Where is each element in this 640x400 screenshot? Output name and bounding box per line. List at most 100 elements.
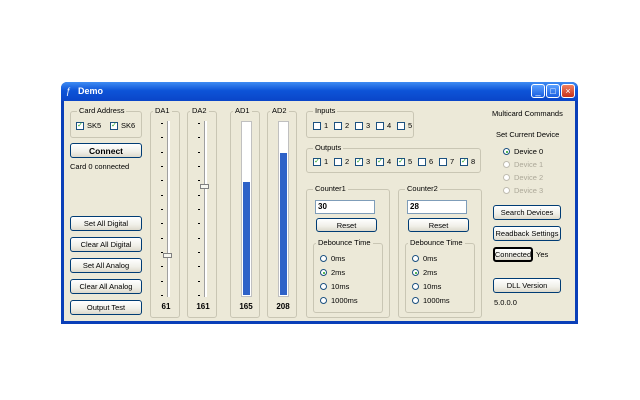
- dll-version-button[interactable]: DLL Version: [493, 278, 561, 293]
- da1-tick: [161, 194, 163, 196]
- input-checkbox-3[interactable]: [355, 122, 363, 130]
- counter1-reset-button[interactable]: Reset: [316, 218, 377, 232]
- da2-tick: [198, 237, 200, 239]
- input-label-4: 4: [387, 121, 392, 130]
- da1-tick: [161, 295, 163, 296]
- da2-slider-track[interactable]: [204, 121, 207, 297]
- output-label-1: 1: [324, 157, 329, 166]
- da2-tick: [198, 252, 200, 253]
- da1-tick: [161, 223, 163, 225]
- da1-tick: [161, 209, 163, 210]
- da2-tick: [198, 137, 200, 139]
- sk6-checkbox[interactable]: ✓: [110, 122, 118, 130]
- counter2-debounce-label: Debounce Time: [408, 238, 465, 247]
- readback-settings-button[interactable]: Readback Settings: [493, 226, 561, 241]
- client-area: Card Address ✓ SK5 ✓ SK6 Connect Card 0 …: [64, 101, 575, 321]
- ad2-bar-fill: [280, 153, 287, 295]
- da2-tick: [198, 166, 200, 167]
- connect-button[interactable]: Connect: [70, 143, 142, 158]
- da2-tick: [198, 295, 200, 296]
- ad1-bar: [241, 121, 252, 297]
- da2-group: DA2 161: [187, 106, 217, 318]
- ad2-bar: [278, 121, 289, 297]
- input-checkbox-2[interactable]: [334, 122, 342, 130]
- counter2-debounce-radio[interactable]: [412, 269, 419, 276]
- output-label-3: 3: [366, 157, 371, 166]
- output-checkbox-5[interactable]: ✓: [397, 158, 405, 166]
- ad1-bar-fill: [243, 182, 250, 295]
- output-checkbox-6[interactable]: [418, 158, 426, 166]
- da1-label: DA1: [153, 106, 172, 115]
- input-checkbox-4[interactable]: [376, 122, 384, 130]
- da2-tick: [198, 209, 200, 210]
- output-checkbox-2[interactable]: [334, 158, 342, 166]
- card-address-label: Card Address: [77, 106, 127, 115]
- counter2-debounce-option-label: 2ms: [423, 268, 438, 277]
- connected-button[interactable]: Connected: [493, 247, 533, 262]
- counter2-debounce-group: Debounce Time 0ms 2ms 10ms 1000ms: [405, 238, 475, 313]
- counter1-debounce-label: Debounce Time: [316, 238, 373, 247]
- inputs-group: Inputs 1 2 3 4 5: [306, 106, 414, 138]
- device-radio-1[interactable]: [503, 161, 510, 168]
- device-radio-2[interactable]: [503, 174, 510, 181]
- clear-all-digital-button[interactable]: Clear All Digital: [70, 237, 142, 252]
- ad1-group: AD1 165: [230, 106, 260, 318]
- sk5-checkbox[interactable]: ✓: [76, 122, 84, 130]
- counter2-debounce-radio[interactable]: [412, 297, 419, 304]
- clear-all-analog-button[interactable]: Clear All Analog: [70, 279, 142, 294]
- da2-tick: [198, 266, 200, 268]
- search-devices-button[interactable]: Search Devices: [493, 205, 561, 220]
- counter1-debounce-group: Debounce Time 0ms 2ms 10ms 1000ms: [313, 238, 383, 313]
- output-checkbox-8[interactable]: ✓: [460, 158, 468, 166]
- counter1-value-field[interactable]: 30: [315, 200, 375, 214]
- output-checkbox-7[interactable]: [439, 158, 447, 166]
- ad2-label: AD2: [270, 106, 289, 115]
- input-checkbox-1[interactable]: [313, 122, 321, 130]
- da2-tick: [198, 180, 200, 182]
- ad2-value: 208: [276, 302, 290, 311]
- input-checkbox-5[interactable]: [397, 122, 405, 130]
- output-checkbox-3[interactable]: ✓: [355, 158, 363, 166]
- close-button[interactable]: ×: [561, 84, 575, 98]
- counter1-debounce-radio[interactable]: [320, 255, 327, 262]
- counter2-group: Counter2 28 Reset Debounce Time 0ms 2ms 10…: [398, 184, 482, 318]
- output-test-button[interactable]: Output Test: [70, 300, 142, 315]
- title-bar[interactable]: ƒ Demo _ □ ×: [61, 82, 578, 101]
- minimize-button[interactable]: _: [531, 84, 545, 98]
- device-radio-0[interactable]: [503, 148, 510, 155]
- ad2-group: AD2 208: [267, 106, 297, 318]
- ad1-label: AD1: [233, 106, 252, 115]
- maximize-button[interactable]: □: [546, 84, 560, 98]
- counter1-debounce-option-label: 1000ms: [331, 296, 358, 305]
- da1-slider-track[interactable]: [167, 121, 170, 297]
- counter1-debounce-option-label: 10ms: [331, 282, 350, 291]
- device-label-0: Device 0: [514, 147, 544, 156]
- counter2-reset-button[interactable]: Reset: [408, 218, 469, 232]
- device-radio-3[interactable]: [503, 187, 510, 194]
- output-label-6: 6: [429, 157, 434, 166]
- set-all-digital-button[interactable]: Set All Digital: [70, 216, 142, 231]
- da2-tick: [198, 123, 200, 124]
- dll-version-value: 5.0.0.0: [494, 298, 517, 307]
- output-label-2: 2: [345, 157, 350, 166]
- da1-slider-thumb[interactable]: [163, 252, 172, 258]
- counter2-value-field[interactable]: 28: [407, 200, 467, 214]
- set-current-device-label: Set Current Device: [496, 130, 560, 139]
- counter2-debounce-radio[interactable]: [412, 283, 419, 290]
- da2-label: DA2: [190, 106, 209, 115]
- device-label-3: Device 3: [514, 186, 544, 195]
- input-label-5: 5: [408, 121, 413, 130]
- counter2-debounce-radio[interactable]: [412, 255, 419, 262]
- app-icon: ƒ: [66, 86, 72, 96]
- output-checkbox-4[interactable]: ✓: [376, 158, 384, 166]
- da1-tick: [161, 137, 163, 139]
- da2-slider-thumb[interactable]: [200, 183, 209, 189]
- sk6-label: SK6: [121, 121, 136, 130]
- counter1-debounce-radio[interactable]: [320, 283, 327, 290]
- counter1-debounce-radio[interactable]: [320, 297, 327, 304]
- counter1-debounce-radio[interactable]: [320, 269, 327, 276]
- set-all-analog-button[interactable]: Set All Analog: [70, 258, 142, 273]
- da1-tick: [161, 280, 163, 282]
- output-checkbox-1[interactable]: ✓: [313, 158, 321, 166]
- status-text: Card 0 connected: [70, 162, 130, 171]
